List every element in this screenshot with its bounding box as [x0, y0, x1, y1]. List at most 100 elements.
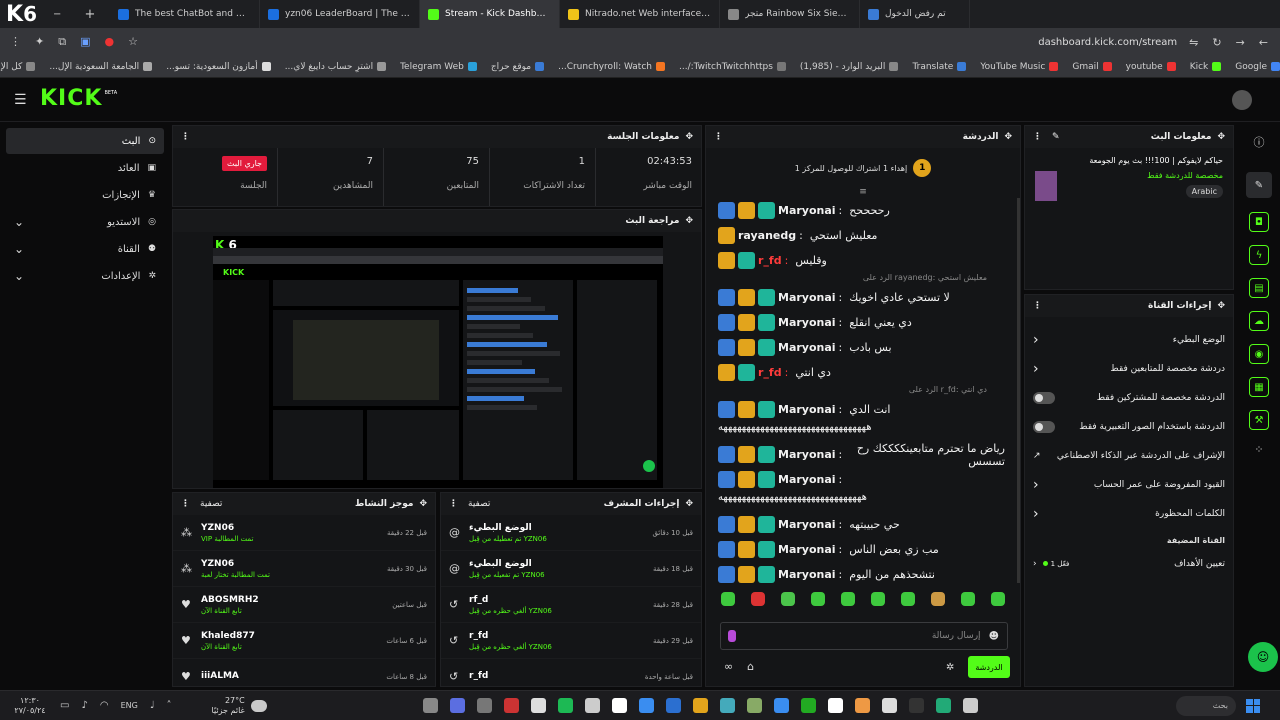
channel-setting-row[interactable]: الدردشة مخصصة للمشتركين فقط: [1025, 383, 1233, 412]
chat-message[interactable]: r_fd: وقليس: [706, 248, 1017, 273]
channel-setting-row[interactable]: › الوضع البطيء: [1025, 325, 1233, 354]
new-tab-button[interactable]: +: [70, 7, 110, 22]
chat-username[interactable]: rayanedg: [738, 229, 796, 242]
drag-handle-icon[interactable]: ✥: [1217, 301, 1225, 311]
network-icon[interactable]: ◠: [100, 700, 109, 711]
taskbar-app-icon[interactable]: [530, 698, 546, 713]
bookmark-item[interactable]: YouTube Music: [980, 62, 1059, 72]
shield-icon[interactable]: ●: [104, 35, 114, 49]
more-options-icon[interactable]: ⋮: [714, 132, 723, 142]
mod-action-row[interactable]: @ الوضع البطيء تم تفعيله من قِبل YZN06 قبل …: [441, 551, 701, 587]
chat-message[interactable]: Maryonai: بس بادب: [706, 335, 1017, 360]
taskbar-app-icon[interactable]: [827, 698, 843, 713]
clipboard-icon[interactable]: ▤: [1249, 278, 1269, 298]
bookmark-item[interactable]: البريد الوارد - (1,985): [800, 62, 899, 72]
chat-username[interactable]: Maryonai: [778, 473, 836, 486]
send-chat-button[interactable]: الدردشة: [968, 656, 1010, 678]
chat-message[interactable]: Maryonai: نتشحذهم من اليوم: [706, 562, 1017, 583]
taskbar-app-icon[interactable]: [773, 698, 789, 713]
activity-row[interactable]: ♥ ABOSMRH2 تابع القناة الآن قبل ساعتين: [173, 587, 435, 623]
browser-tab[interactable]: متجر Rainbow Six Siege - ميلادك: [720, 0, 860, 28]
bookmark-item[interactable]: TwitchTwitchhttps:/...: [679, 62, 786, 72]
chat-username[interactable]: Maryonai: [778, 204, 836, 217]
browser-tab[interactable]: تم رفض الدخول: [860, 0, 970, 28]
taskbar-app-icon[interactable]: [692, 698, 708, 713]
nav-item-4[interactable]: ⚉ القناة ⌄: [6, 236, 164, 262]
channel-setting-row[interactable]: › دردشة مخصصة للمتابعين فقط: [1025, 354, 1233, 383]
chat-settings-gear-icon[interactable]: ✲: [946, 662, 954, 673]
stream-category[interactable]: مخصصة للدردشة فقط: [1063, 171, 1223, 180]
edit-pencil-icon[interactable]: ✎: [1052, 132, 1060, 142]
mod-action-row[interactable]: @ الوضع البطيء تم تعطيله من قِبل YZN06 قبل …: [441, 515, 701, 551]
taskbar-app-icon[interactable]: [962, 698, 978, 713]
wrench-icon[interactable]: ⚒: [1249, 410, 1269, 430]
activity-row[interactable]: ⁂ YZN06 تمت المطالبة تختار لعبة قبل 30 دقيق…: [173, 551, 435, 587]
more-options-icon[interactable]: ⋮: [1033, 301, 1042, 311]
taskbar-app-icon[interactable]: [611, 698, 627, 713]
drag-handle-icon[interactable]: ✥: [1004, 132, 1012, 142]
chat-username[interactable]: Maryonai: [778, 448, 836, 461]
channel-setting-row[interactable]: › الكلمات المحظورة: [1025, 499, 1233, 528]
chat-message[interactable]: rayanedg: معليش استحي: [706, 223, 1017, 248]
taskbar-app-icon[interactable]: [503, 698, 519, 713]
bookmark-item[interactable]: اشترِ حساب دايبغ لاي...: [285, 62, 387, 72]
bookmark-item[interactable]: Kick: [1190, 62, 1222, 72]
avatar[interactable]: [1232, 90, 1252, 110]
browser-tab[interactable]: The best ChatBot and Widgets: [110, 0, 260, 28]
site-settings-icon[interactable]: ⇋: [1189, 36, 1198, 49]
info-icon[interactable]: ⓘ: [1240, 134, 1278, 150]
bookmark-item[interactable]: موقع حراج: [491, 62, 545, 72]
chat-message[interactable]: Maryonai: رححححح: [706, 198, 1017, 223]
camera-icon[interactable]: ◘: [1249, 212, 1269, 232]
chat-message[interactable]: Maryonai: مب زي بعض الناس: [706, 537, 1017, 562]
more-options-icon[interactable]: ⋮: [449, 499, 458, 509]
taskbar-app-icon[interactable]: [665, 698, 681, 713]
chat-message[interactable]: Maryonai: رياض ما تحترم متابعينككككك رح ت…: [706, 442, 1017, 468]
activity-row[interactable]: ♥ iiiALMA قبل 8 ساعات: [173, 659, 435, 686]
taskbar-app-icon[interactable]: [908, 698, 924, 713]
browser-tab[interactable]: Stream - Kick Dashboard: [420, 0, 560, 28]
chat-username[interactable]: Maryonai: [778, 543, 836, 556]
taskbar-app-icon[interactable]: [935, 698, 951, 713]
bookmark-item[interactable]: كل الإشارات المرجعية: [0, 62, 36, 72]
nav-item-2[interactable]: ♛ الإنجازات: [6, 182, 164, 208]
screenshot-icon[interactable]: ⧉: [58, 35, 66, 49]
chat-username[interactable]: r_fd: [758, 254, 782, 267]
emote-icon[interactable]: [991, 592, 1005, 606]
taskbar-app-icon[interactable]: [476, 698, 492, 713]
battery-icon[interactable]: ▭: [60, 700, 69, 711]
browser-tab[interactable]: yzn06 LeaderBoard | The best C: [260, 0, 420, 28]
taskbar-app-icon[interactable]: [881, 698, 897, 713]
drag-handle-icon[interactable]: ✥: [685, 132, 693, 142]
more-menu-icon[interactable]: ⋮: [10, 35, 21, 49]
chat-username[interactable]: r_fd: [758, 366, 782, 379]
chat-message[interactable]: Maryonai: انت الدي: [706, 397, 1017, 422]
emoji-icon[interactable]: ☻: [989, 631, 999, 642]
mod-action-row[interactable]: ↺ rf_d ألغي حظره من قِبل YZN06 قبل 28 دقيقة: [441, 587, 701, 623]
activity-row[interactable]: ⁂ YZN06 VIP تمت المطالبة قبل 22 دقيقة: [173, 515, 435, 551]
nav-item-5[interactable]: ✲ الإعدادات ⌄: [6, 263, 164, 289]
taskbar-app-icon[interactable]: [449, 698, 465, 713]
taskbar-app-icon[interactable]: [584, 698, 600, 713]
store-icon[interactable]: ▦: [1249, 377, 1269, 397]
toggle-switch[interactable]: [1033, 420, 1055, 433]
windows-start-icon[interactable]: [1246, 698, 1260, 713]
chat-message[interactable]: Maryonai: دي يعني انقلع: [706, 310, 1017, 335]
mod-action-row[interactable]: ↺ r_fd قبل ساعة واحدة: [441, 659, 701, 686]
bookmark-item[interactable]: youtube: [1126, 62, 1176, 72]
lightning-icon[interactable]: ϟ: [1249, 245, 1269, 265]
mic-icon[interactable]: [728, 630, 736, 642]
chat-username[interactable]: Maryonai: [778, 316, 836, 329]
channel-setting-row[interactable]: الدردشة باستخدام الصور التعبيرية فقط: [1025, 412, 1233, 441]
bookmark-item[interactable]: Google: [1235, 62, 1280, 72]
mic-tray-icon[interactable]: ♩: [150, 700, 155, 711]
filter-button[interactable]: تصفية: [468, 499, 490, 509]
weather-widget[interactable]: 27°C غائم جزئيًا: [212, 696, 267, 716]
emote-icon[interactable]: [751, 592, 765, 606]
channel-setting-row[interactable]: › القيود المفروضة على عمر الحساب: [1025, 470, 1233, 499]
channel-setting-row[interactable]: ↗ الإشراف على الدردشة عبر الذكاء الاصطناع…: [1025, 441, 1233, 470]
help-chat-button[interactable]: ☺: [1248, 642, 1278, 672]
emote-icon[interactable]: [961, 592, 975, 606]
emote-icon[interactable]: [871, 592, 885, 606]
chat-username[interactable]: Maryonai: [778, 518, 836, 531]
